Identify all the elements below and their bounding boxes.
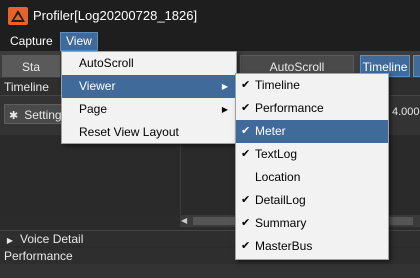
viewer-item-timeline[interactable]: ✔ Timeline — [236, 74, 388, 97]
profiler-logo-icon — [8, 7, 28, 25]
viewer-item-location[interactable]: Location — [236, 166, 388, 189]
viewer-item-detaillog[interactable]: ✔ DetailLog — [236, 189, 388, 212]
check-icon: ✔ — [241, 79, 251, 91]
settings-button[interactable]: ✱ Setting — [4, 104, 67, 124]
menu-capture[interactable]: Capture — [5, 32, 58, 51]
submenu-arrow-icon: ▶ — [221, 82, 228, 91]
check-icon: ✔ — [241, 194, 251, 206]
toolbar-extra-button[interactable] — [413, 55, 420, 77]
triangle-left-icon[interactable]: ◀ — [181, 215, 187, 227]
submenu-arrow-icon: ▶ — [221, 105, 228, 114]
viewer-submenu: ✔ Timeline ✔ Performance ✔ Meter ✔ TextLog L… — [235, 73, 389, 260]
timeline-value: 4.000 — [392, 106, 420, 118]
check-icon: ✔ — [241, 125, 251, 137]
menu-item-label: Page — [79, 102, 108, 116]
view-menu-autoscroll[interactable]: AutoScroll — [62, 52, 236, 75]
menu-view[interactable]: View — [60, 32, 98, 51]
triangle-right-icon: ▶ — [6, 236, 14, 245]
viewer-item-performance[interactable]: ✔ Performance — [236, 97, 388, 120]
viewer-item-textlog[interactable]: ✔ TextLog — [236, 143, 388, 166]
view-menu-page[interactable]: Page ▶ — [62, 98, 236, 121]
check-icon: ✔ — [241, 148, 251, 160]
timeline-divider — [180, 135, 181, 215]
performance-toolbar — [0, 264, 420, 278]
viewer-item-meter[interactable]: ✔ Meter — [236, 120, 388, 143]
view-menu-dropdown: AutoScroll Viewer ▶ Page ▶ Reset View Layo… — [61, 51, 237, 144]
check-icon: ✔ — [241, 102, 251, 114]
menu-item-label: Location — [255, 170, 301, 184]
menu-item-label: Viewer — [79, 79, 116, 93]
settings-label: Setting — [24, 108, 62, 122]
menu-item-label: Performance — [255, 101, 324, 115]
menu-item-label: AutoScroll — [79, 56, 134, 70]
menu-item-label: TextLog — [255, 147, 298, 161]
viewer-item-masterbus[interactable]: ✔ MasterBus — [236, 235, 388, 258]
menu-item-label: MasterBus — [255, 239, 313, 253]
gear-icon: ✱ — [9, 110, 19, 122]
menu-item-label: Timeline — [255, 78, 300, 92]
menu-bar: Capture View — [0, 32, 420, 51]
view-menu-reset-layout[interactable]: Reset View Layout — [62, 121, 236, 144]
voice-detail-label: Voice Detail — [20, 232, 84, 246]
menu-item-label: Reset View Layout — [79, 125, 179, 139]
menu-item-label: Meter — [255, 124, 286, 138]
menu-item-label: Summary — [255, 216, 307, 230]
viewer-item-summary[interactable]: ✔ Summary — [236, 212, 388, 235]
start-button[interactable]: Sta — [2, 55, 60, 77]
view-menu-viewer[interactable]: Viewer ▶ — [62, 75, 236, 98]
check-icon: ✔ — [241, 217, 251, 229]
menu-item-label: DetailLog — [255, 193, 306, 207]
window-title: Profiler[Log20200728_1826] — [33, 8, 198, 23]
check-icon: ✔ — [241, 240, 251, 252]
title-bar: Profiler[Log20200728_1826] — [0, 0, 420, 32]
